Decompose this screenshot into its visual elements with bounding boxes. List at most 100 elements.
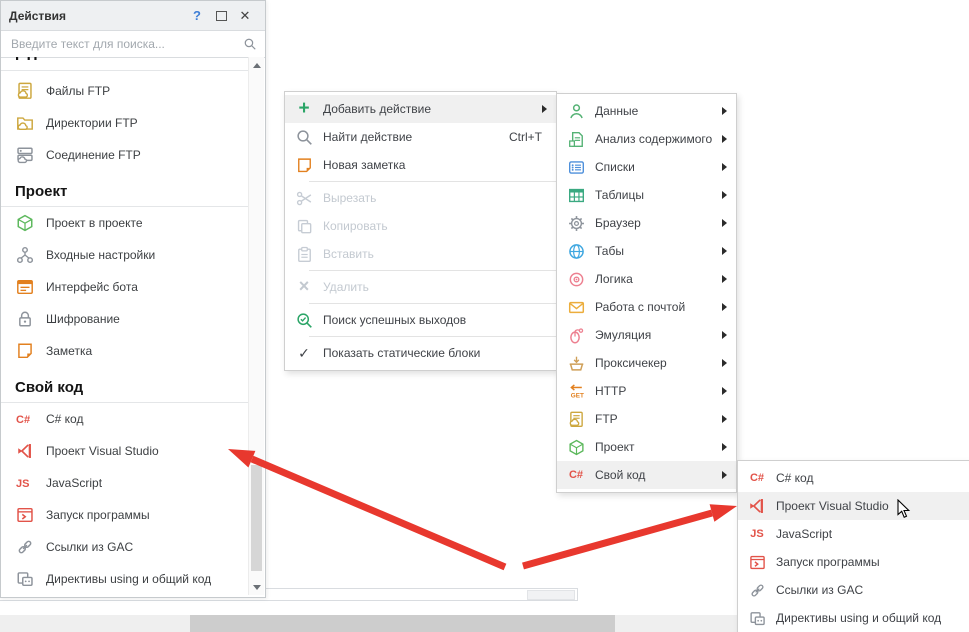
sidebar-item-label: Интерфейс бота xyxy=(46,280,138,294)
menu-item-show-static-blocks[interactable]: ✓ Показать статические блоки xyxy=(285,339,556,367)
lock-icon xyxy=(16,310,34,328)
svg-text:GET: GET xyxy=(570,392,583,399)
submenu-item-logic[interactable]: Логика xyxy=(557,265,736,293)
submenu-item-content-analysis[interactable]: Анализ содержимого xyxy=(557,125,736,153)
sidebar-item-javascript[interactable]: JS JavaScript xyxy=(1,467,249,499)
submenu-item-project[interactable]: Проект xyxy=(557,433,736,461)
sidebar-item-label: JavaScript xyxy=(46,476,102,490)
submenu-item-own-code[interactable]: C# Свой код xyxy=(557,461,736,489)
submenu-item-using-directives[interactable]: Директивы using и общий код xyxy=(738,604,969,632)
submenu-item-proxychecker[interactable]: Проксичекер xyxy=(557,349,736,377)
maximize-icon xyxy=(216,11,227,21)
submenu-item-ftp[interactable]: FTP xyxy=(557,405,736,433)
shortcut-label: Ctrl+T xyxy=(509,130,542,144)
menu-item-delete[interactable]: × Удалить xyxy=(285,273,556,301)
sidebar-item-label: Проект Visual Studio xyxy=(46,444,159,458)
actions-panel: Действия ? ✕ FTP Файлы FTP Директории FT… xyxy=(0,0,266,598)
submenu-arrow-icon xyxy=(722,471,727,479)
x-icon: × xyxy=(295,278,313,296)
logic-icon xyxy=(567,270,585,288)
scroll-up-button[interactable] xyxy=(249,57,264,73)
sidebar-item-input-settings[interactable]: Входные настройки xyxy=(1,239,249,271)
sidebar-item-note[interactable]: Заметка xyxy=(1,335,249,367)
submenu-arrow-icon xyxy=(722,107,727,115)
http-get-icon: GET xyxy=(567,382,585,400)
submenu-item-tables[interactable]: Таблицы xyxy=(557,181,736,209)
sidebar-item-visual-studio-project[interactable]: Проект Visual Studio xyxy=(1,435,249,467)
sidebar-item-ftp-files[interactable]: Файлы FTP xyxy=(1,75,249,107)
sidebar-item-label: Заметка xyxy=(46,344,92,358)
sidebar-item-run-program[interactable]: Запуск программы xyxy=(1,499,249,531)
maximize-button[interactable] xyxy=(209,6,233,26)
chevron-down-icon xyxy=(253,585,261,590)
sidebar-item-encryption[interactable]: Шифрование xyxy=(1,303,249,335)
csharp-icon: C# xyxy=(748,469,766,487)
menu-item-add-action[interactable]: + Добавить действие xyxy=(285,95,556,123)
person-icon xyxy=(567,102,585,120)
visual-studio-icon xyxy=(748,497,766,515)
submenu-item-javascript[interactable]: JS JavaScript xyxy=(738,520,969,548)
sidebar-item-label: Директории FTP xyxy=(46,116,138,130)
sidebar-item-label: Проект в проекте xyxy=(46,216,143,230)
search-bar xyxy=(1,31,265,58)
magnifier-icon xyxy=(295,128,313,146)
mouse-icon xyxy=(567,326,585,344)
paste-icon xyxy=(295,245,313,263)
annotation-arrow-left xyxy=(228,449,505,567)
menu-item-paste[interactable]: Вставить xyxy=(285,240,556,268)
using-code-icon xyxy=(748,609,766,627)
submenu-item-visual-studio-project[interactable]: Проект Visual Studio xyxy=(738,492,969,520)
submenu-item-data[interactable]: Данные xyxy=(557,97,736,125)
vertical-scrollbar-thumb[interactable] xyxy=(251,465,262,571)
submenu-item-emulation[interactable]: Эмуляция xyxy=(557,321,736,349)
globe-icon xyxy=(567,242,585,260)
cube-icon xyxy=(567,438,585,456)
menu-item-new-note[interactable]: Новая заметка xyxy=(285,151,556,179)
submenu-item-run-program[interactable]: Запуск программы xyxy=(738,548,969,576)
sidebar-item-ftp-directories[interactable]: Директории FTP xyxy=(1,107,249,139)
sidebar-item-project-in-project[interactable]: Проект в проекте xyxy=(1,207,249,239)
categories-submenu: Данные Анализ содержимого Списки Таблицы… xyxy=(556,93,737,493)
group-header-project: Проект xyxy=(1,171,249,207)
menu-item-copy[interactable]: Копировать xyxy=(285,212,556,240)
submenu-item-http[interactable]: GET HTTP xyxy=(557,377,736,405)
submenu-item-csharp-code[interactable]: C# C# код xyxy=(738,464,969,492)
menu-item-find-action[interactable]: Найти действие Ctrl+T xyxy=(285,123,556,151)
vertical-scrollbar[interactable] xyxy=(248,57,264,595)
submenu-arrow-icon xyxy=(542,105,547,113)
run-program-icon xyxy=(748,553,766,571)
submenu-item-gac-links[interactable]: Ссылки из GAC xyxy=(738,576,969,604)
copy-icon xyxy=(295,217,313,235)
nodes-icon xyxy=(16,246,34,264)
close-button[interactable]: ✕ xyxy=(233,6,257,26)
actions-panel-titlebar: Действия ? ✕ xyxy=(1,1,265,31)
menu-separator xyxy=(309,270,556,271)
help-button[interactable]: ? xyxy=(185,6,209,26)
sidebar-item-using-directives[interactable]: Директивы using и общий код xyxy=(1,563,249,595)
sidebar-item-csharp-code[interactable]: C# C# код xyxy=(1,403,249,435)
submenu-item-mail[interactable]: Работа с почтой xyxy=(557,293,736,321)
menu-item-cut[interactable]: Вырезать xyxy=(285,184,556,212)
search-input[interactable] xyxy=(9,36,243,52)
submenu-item-lists[interactable]: Списки xyxy=(557,153,736,181)
actions-list: FTP Файлы FTP Директории FTP Соединение … xyxy=(1,57,249,595)
sidebar-item-gac-links[interactable]: Ссылки из GAC xyxy=(1,531,249,563)
list-icon xyxy=(567,158,585,176)
annotation-arrow-right xyxy=(523,504,737,566)
chevron-up-icon xyxy=(253,63,261,68)
sidebar-item-ftp-connection[interactable]: Соединение FTP xyxy=(1,139,249,171)
scroll-down-button[interactable] xyxy=(249,579,264,595)
csharp-icon: C# xyxy=(567,466,585,484)
scissors-icon xyxy=(295,189,313,207)
submenu-item-tabs[interactable]: Табы xyxy=(557,237,736,265)
submenu-item-browser[interactable]: Браузер xyxy=(557,209,736,237)
horizontal-scrollbar-thumb[interactable] xyxy=(190,615,615,632)
submenu-arrow-icon xyxy=(722,359,727,367)
js-icon: JS xyxy=(16,474,34,492)
sidebar-item-bot-interface[interactable]: Интерфейс бота xyxy=(1,271,249,303)
visual-studio-icon xyxy=(16,442,34,460)
menu-separator xyxy=(309,336,556,337)
envelope-icon xyxy=(567,298,585,316)
sidebar-item-label: C# код xyxy=(46,412,83,426)
menu-item-find-success-exits[interactable]: Поиск успешных выходов xyxy=(285,306,556,334)
